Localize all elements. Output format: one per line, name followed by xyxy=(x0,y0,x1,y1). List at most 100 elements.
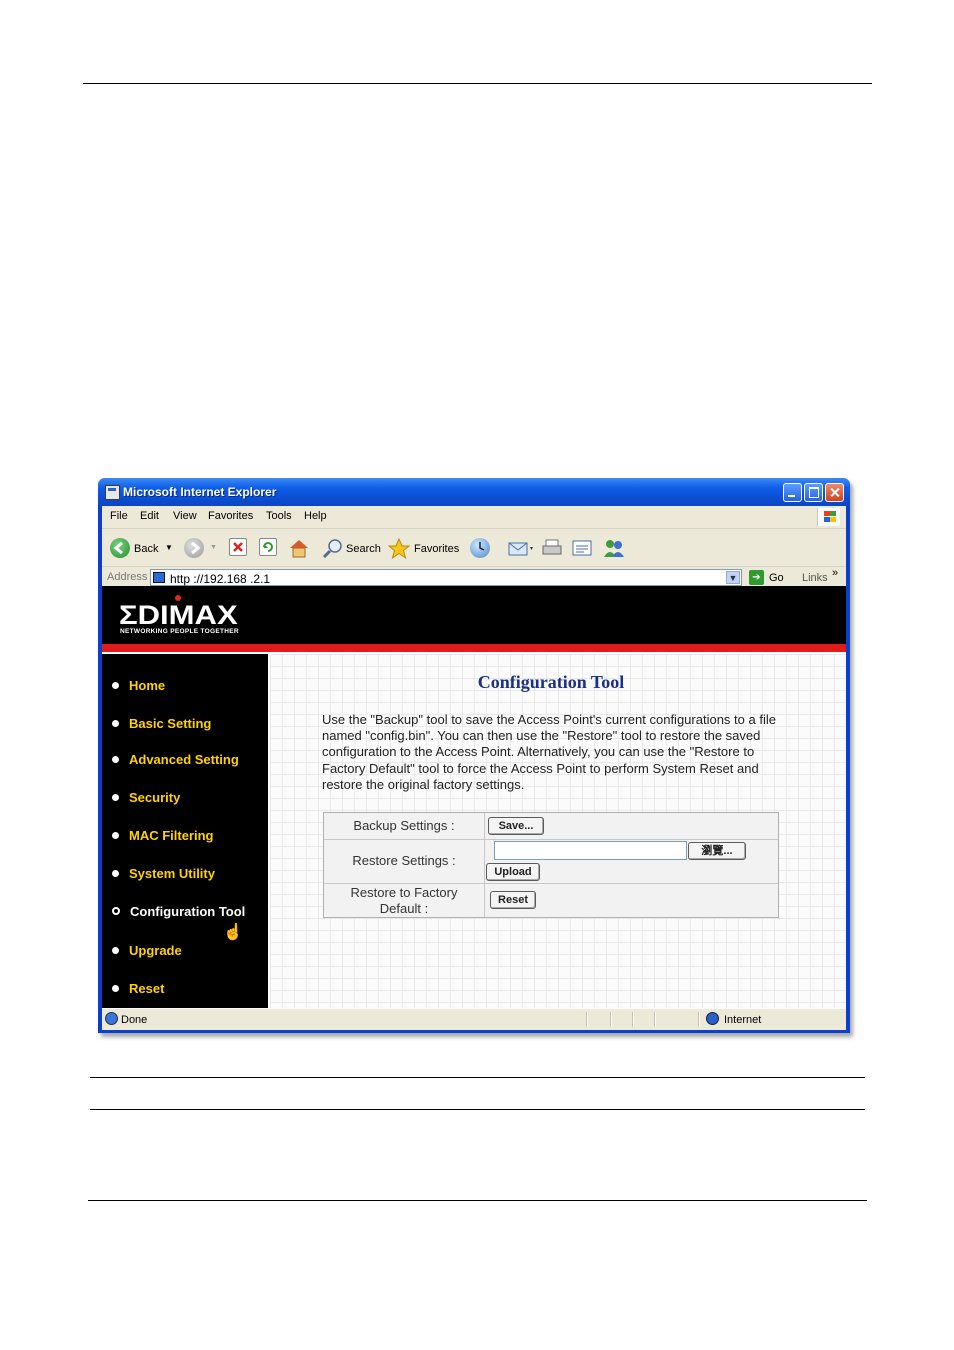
sidebar-item-advanced-setting[interactable]: Advanced Setting xyxy=(112,752,239,767)
bullet-icon xyxy=(112,794,119,801)
search-icon[interactable] xyxy=(322,538,344,559)
favorites-icon[interactable] xyxy=(387,537,411,560)
address-url[interactable]: http ://192.168 .2.1 xyxy=(170,572,270,586)
menu-tools[interactable]: Tools xyxy=(266,510,292,522)
go-button[interactable]: Go xyxy=(769,572,784,584)
sidebar-item-upgrade[interactable]: Upgrade xyxy=(112,943,182,958)
status-separator xyxy=(610,1012,612,1027)
restore-factory-label: Restore to Factory xyxy=(350,885,458,900)
bullet-icon xyxy=(112,756,119,763)
back-icon[interactable] xyxy=(110,538,130,558)
menu-view[interactable]: View xyxy=(173,510,197,522)
status-bar: Done Internet xyxy=(102,1008,846,1030)
menu-file[interactable]: File xyxy=(110,510,128,522)
save-button[interactable]: Save... xyxy=(488,817,544,835)
bullet-icon xyxy=(112,985,119,992)
history-icon[interactable] xyxy=(470,538,490,558)
links-chevron-icon[interactable]: » xyxy=(832,567,838,579)
sidebar-item-security[interactable]: Security xyxy=(112,790,180,805)
restore-settings-label: Restore Settings : xyxy=(352,853,456,868)
menu-help[interactable]: Help xyxy=(304,510,327,522)
restore-file-input[interactable] xyxy=(494,841,687,860)
sidebar-item-label: Upgrade xyxy=(129,943,182,958)
home-icon[interactable] xyxy=(288,538,310,558)
footer-rule xyxy=(88,1200,867,1201)
table-divider xyxy=(484,813,485,917)
sidebar-item-mac-filtering[interactable]: MAC Filtering xyxy=(112,828,214,843)
browser-chrome: File Edit View Favorites Tools Help Back… xyxy=(102,506,846,589)
header-banner: ΣDIMAX NETWORKING PEOPLE TOGETHER xyxy=(102,586,846,644)
sidebar-item-basic-setting[interactable]: Basic Setting xyxy=(112,716,211,731)
sidebar-item-label: Home xyxy=(129,678,166,693)
close-button[interactable] xyxy=(825,483,844,502)
address-label: Address xyxy=(107,571,148,583)
edimax-logo: ΣDIMAX xyxy=(119,600,238,630)
edit-icon[interactable] xyxy=(571,538,593,558)
reset-button[interactable]: Reset xyxy=(490,891,536,909)
search-label[interactable]: Search xyxy=(346,543,381,555)
favorites-label[interactable]: Favorites xyxy=(414,543,459,555)
bullet-icon xyxy=(112,907,120,915)
sidebar-item-label: Basic Setting xyxy=(129,716,212,731)
sidebar-item-label: Reset xyxy=(129,981,165,996)
menu-favorites[interactable]: Favorites xyxy=(208,510,253,522)
sidebar-item-label: Security xyxy=(129,790,181,805)
back-dropdown-icon[interactable]: ▼ xyxy=(165,543,173,552)
table-divider xyxy=(324,883,778,884)
standard-toolbar: Back ▼ ▼ Search Favorites xyxy=(102,529,846,567)
menu-bar: File Edit View Favorites Tools Help xyxy=(102,506,846,529)
back-label[interactable]: Back xyxy=(134,543,158,555)
bullet-icon xyxy=(112,832,119,839)
sidebar-item-label: System Utility xyxy=(129,866,215,881)
bullet-icon xyxy=(112,870,119,877)
logo-dot xyxy=(175,595,181,601)
minimize-button[interactable] xyxy=(783,483,802,502)
go-arrow-icon[interactable]: ➔ xyxy=(749,570,764,585)
sidebar-item-system-utility[interactable]: System Utility xyxy=(112,866,215,881)
bullet-icon xyxy=(112,947,119,954)
caption-rule-top xyxy=(90,1077,865,1078)
menu-edit[interactable]: Edit xyxy=(140,510,159,522)
page-title: Configuration Tool xyxy=(477,672,625,692)
windows-logo-icon xyxy=(817,508,840,526)
browser-window: Microsoft Internet Explorer File Edit Vi… xyxy=(98,478,850,1033)
status-text: Done xyxy=(121,1014,148,1026)
address-input[interactable]: http ://192.168 .2.1 ▼ xyxy=(150,569,742,586)
status-separator xyxy=(632,1012,634,1027)
address-dropdown-icon[interactable]: ▼ xyxy=(726,571,740,584)
refresh-icon[interactable] xyxy=(259,538,277,556)
upload-button[interactable]: Upload xyxy=(486,863,540,881)
internet-zone-icon xyxy=(706,1012,719,1025)
print-icon[interactable] xyxy=(541,538,563,558)
sidebar-item-label: Configuration Tool xyxy=(130,904,246,919)
sidebar-item-label: MAC Filtering xyxy=(129,828,214,843)
bullet-icon xyxy=(112,682,119,689)
browse-button[interactable]: 瀏覽... xyxy=(688,842,746,860)
bullet-icon xyxy=(112,720,119,727)
page-viewport: ΣDIMAX NETWORKING PEOPLE TOGETHER Home B… xyxy=(102,586,846,1008)
sidebar-item-home[interactable]: Home xyxy=(112,678,165,693)
sidebar-item-reset[interactable]: Reset xyxy=(112,981,164,996)
page-description: Use the "Backup" tool to save the Access… xyxy=(322,712,776,792)
restore-factory-label-line2: Default : xyxy=(379,901,429,916)
caption-rule-bottom xyxy=(90,1109,865,1110)
maximize-button[interactable] xyxy=(804,483,823,502)
backup-settings-label: Backup Settings : xyxy=(353,818,455,833)
links-label[interactable]: Links xyxy=(802,572,828,584)
sidebar-item-configuration-tool[interactable]: Configuration Tool xyxy=(112,904,245,919)
mail-icon[interactable] xyxy=(507,538,535,558)
main-content: Configuration Tool Use the "Backup" tool… xyxy=(270,654,846,1008)
stop-icon[interactable] xyxy=(229,538,247,556)
status-separator xyxy=(698,1012,700,1027)
forward-dropdown-icon[interactable]: ▼ xyxy=(210,544,217,551)
config-table: Backup Settings : Save... Restore Settin… xyxy=(323,812,779,918)
forward-icon[interactable] xyxy=(184,538,204,558)
window-title: Microsoft Internet Explorer xyxy=(123,485,277,499)
messenger-icon[interactable] xyxy=(602,538,626,558)
security-zone: Internet xyxy=(724,1014,762,1026)
logo-tagline: NETWORKING PEOPLE TOGETHER xyxy=(120,628,239,635)
header-rule xyxy=(83,83,872,84)
sidebar-item-label: Advanced Setting xyxy=(129,752,239,767)
title-bar[interactable]: Microsoft Internet Explorer xyxy=(98,478,850,506)
status-separator xyxy=(654,1012,656,1027)
